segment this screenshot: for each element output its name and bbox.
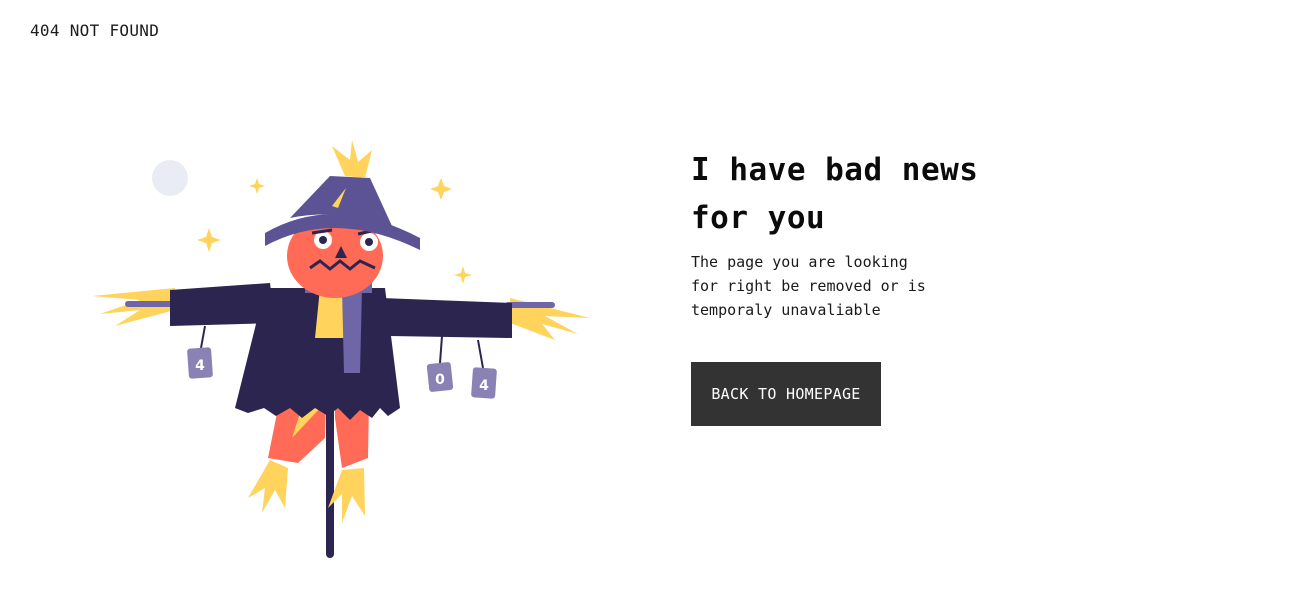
scarecrow-illustration: 4 0 4 [92, 140, 590, 558]
error-content: I have bad news for you The page you are… [691, 146, 1021, 322]
can-2-label: 0 [435, 372, 445, 388]
message-line-3: temporaly unavaliable [691, 301, 881, 319]
message-line-2: for right be removed or is [691, 277, 926, 295]
page-title: I have bad news for you [691, 146, 1021, 242]
headline-line-1: I have bad news [691, 152, 979, 188]
can-1: 4 [187, 325, 213, 379]
headline-line-2: for you [691, 200, 826, 236]
moon-icon [152, 160, 188, 196]
can-3: 4 [471, 339, 497, 399]
status-label: 404 NOT FOUND [30, 21, 160, 40]
back-to-homepage-button[interactable]: BACK TO HOMEPAGE [691, 362, 881, 426]
can-2: 0 [426, 335, 454, 392]
can-3-label: 4 [479, 378, 489, 394]
message-line-1: The page you are looking [691, 253, 908, 271]
error-message: The page you are looking for right be re… [691, 250, 961, 322]
can-1-label: 4 [195, 358, 205, 374]
